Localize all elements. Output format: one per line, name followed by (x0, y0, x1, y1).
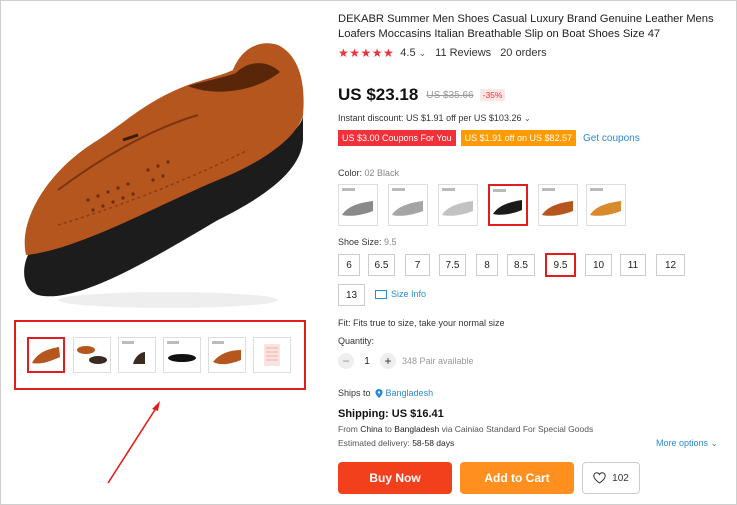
quantity-stepper: − 1 + 348 Pair available (338, 353, 474, 369)
shipping-route: From China to Bangladesh via Cainiao Sta… (338, 424, 593, 434)
wishlist-count: 102 (612, 472, 629, 484)
ships-to-label: Ships to (338, 388, 371, 398)
coupon-store[interactable]: US $3.00 Coupons For You (338, 130, 456, 146)
color-swatch-4-selected[interactable] (488, 184, 528, 226)
get-coupons-link[interactable]: Get coupons (583, 133, 640, 144)
estimated-value: 58-58 days (412, 438, 455, 448)
color-swatch-1[interactable] (338, 184, 378, 226)
chevron-down-icon: ⌄ (710, 438, 719, 448)
price-row: US $23.18 US $35.66 -35% (338, 85, 506, 105)
buy-now-button[interactable]: Buy Now (338, 462, 452, 494)
size-info-text: Size Info (391, 289, 427, 299)
product-title: DEKABR Summer Men Shoes Casual Luxury Br… (338, 13, 714, 40)
color-swatch-6[interactable] (586, 184, 626, 226)
estimated-label: Estimated delivery: (338, 438, 410, 448)
add-to-cart-button[interactable]: Add to Cart (460, 462, 574, 494)
size-label: Shoe Size: 9.5 (338, 237, 397, 247)
color-selected: 02 Black (364, 168, 400, 178)
size-option-7[interactable]: 7 (405, 254, 430, 276)
minus-icon[interactable]: − (338, 353, 354, 369)
quantity-value[interactable]: 1 (354, 356, 380, 367)
more-options-text: More options (656, 438, 709, 448)
to-country: Bangladesh (394, 424, 440, 434)
color-swatch-3[interactable] (438, 184, 478, 226)
wishlist-button[interactable]: 102 (582, 462, 640, 494)
color-swatch-2[interactable] (388, 184, 428, 226)
size-option-9-5-selected[interactable]: 9.5 (545, 253, 576, 277)
thumbnail-3[interactable] (118, 337, 156, 373)
location-pin-icon (374, 388, 383, 398)
annotation-arrow (107, 401, 160, 484)
coupon-select[interactable]: US $1.91 off on US $82.57 (460, 130, 576, 146)
via-carrier: via Cainiao Standard For Special Goods (441, 424, 594, 434)
thumbnail-2[interactable] (73, 337, 111, 373)
chevron-down-icon: ⌄ (523, 114, 531, 123)
main-product-image (18, 20, 308, 315)
thumbnail-strip (14, 320, 306, 390)
orders-count: 20 orders (500, 47, 547, 59)
from-prefix: From (338, 424, 358, 434)
ships-to-row: Ships to Bangladesh (338, 388, 433, 398)
heart-icon (593, 472, 606, 484)
fit-note: Fit: Fits true to size, take your normal… (338, 318, 505, 328)
instant-discount[interactable]: Instant discount: US $1.91 off per US $1… (338, 113, 531, 123)
ruler-icon (375, 289, 387, 299)
reviews-link[interactable]: 11 Reviews (435, 47, 491, 59)
star-icon: ★★★★★ (338, 46, 395, 60)
thumbnail-5[interactable] (208, 337, 246, 373)
to-word: to (384, 424, 392, 434)
size-option-13[interactable]: 13 (338, 284, 365, 306)
size-option-6[interactable]: 6 (338, 254, 360, 276)
instant-discount-text: Instant discount: US $1.91 off per US $1… (338, 113, 522, 123)
size-option-8-5[interactable]: 8.5 (507, 254, 535, 276)
size-label-text: Shoe Size: (338, 237, 382, 247)
size-option-8[interactable]: 8 (476, 254, 498, 276)
size-option-11[interactable]: 11 (620, 254, 646, 276)
size-option-10[interactable]: 10 (585, 254, 612, 276)
from-country: China (360, 424, 383, 434)
more-options-link[interactable]: More options ⌄ (656, 438, 718, 449)
rating-row: ★★★★★ 4.5 ⌄ 11 Reviews 20 orders (338, 46, 547, 60)
quantity-label: Quantity: (338, 336, 375, 346)
thumbnail-1[interactable] (27, 337, 65, 373)
shipping-cost: Shipping: US $16.41 (338, 408, 444, 420)
color-swatch-5[interactable] (538, 184, 578, 226)
color-label-text: Color: (338, 168, 363, 178)
plus-icon[interactable]: + (380, 353, 396, 369)
size-info-link[interactable]: Size Info (375, 289, 426, 299)
chevron-down-icon[interactable]: ⌄ (419, 48, 427, 59)
original-price: US $35.66 (426, 89, 474, 101)
size-option-7-5[interactable]: 7.5 (439, 254, 466, 276)
estimated-delivery: Estimated delivery: 58-58 days (338, 438, 454, 448)
coupons-row: US $3.00 Coupons For You US $1.91 off on… (338, 130, 640, 146)
current-price: US $23.18 (338, 85, 419, 104)
discount-badge: -35% (479, 89, 506, 101)
thumbnail-6[interactable] (253, 337, 291, 373)
rating-value: 4.5 (400, 47, 416, 59)
ships-to-country[interactable]: Bangladesh (386, 388, 434, 398)
size-option-6-5[interactable]: 6.5 (368, 254, 395, 276)
size-selected: 9.5 (384, 237, 397, 247)
size-option-12[interactable]: 12 (656, 254, 685, 276)
stock-available: 348 Pair available (402, 356, 474, 366)
color-label: Color: 02 Black (338, 168, 399, 178)
thumbnail-4[interactable] (163, 337, 201, 373)
